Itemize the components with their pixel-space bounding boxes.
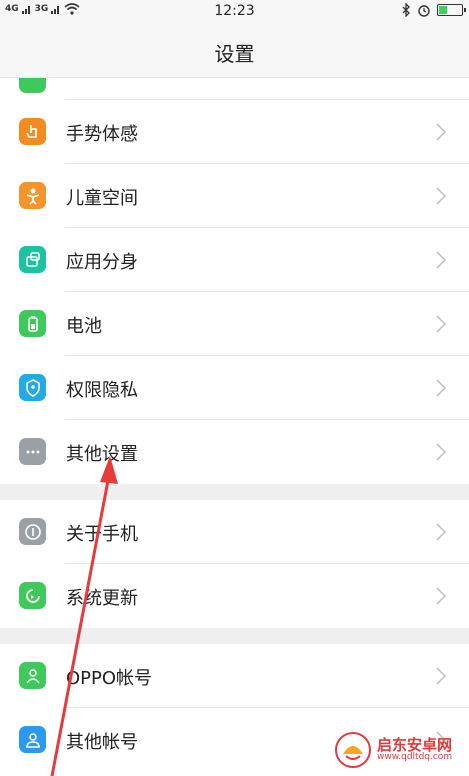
- list-item[interactable]: 应用分身: [0, 228, 469, 292]
- list-item[interactable]: 系统更新: [0, 564, 469, 628]
- watermark-logo-icon: [335, 732, 371, 768]
- battery-indicator: [437, 4, 466, 16]
- watermark-url: www.qdltdq.com: [377, 752, 453, 763]
- chevron-right-icon: [435, 186, 447, 206]
- section-divider: [0, 484, 469, 500]
- list-item[interactable]: 儿童空间: [0, 164, 469, 228]
- child-icon: [19, 182, 46, 209]
- privacy-shield-icon: [19, 374, 46, 401]
- list-item-partial[interactable]: [0, 78, 469, 100]
- chevron-right-icon: [435, 586, 447, 606]
- list-item-label: 其他帐号: [66, 732, 138, 753]
- more-dots-icon: [19, 438, 46, 465]
- list-item[interactable]: 其他设置: [0, 420, 469, 484]
- list-item-label: 电池: [66, 316, 102, 337]
- list-item-label: 权限隐私: [66, 380, 138, 401]
- list-item-label: 其他设置: [66, 444, 138, 465]
- chevron-right-icon: [435, 522, 447, 542]
- status-right-icons: [401, 3, 466, 17]
- watermark-text: 启东安卓网: [377, 735, 453, 754]
- list-item[interactable]: 手势体感: [0, 100, 469, 164]
- bluetooth-icon: [402, 3, 410, 17]
- status-bar: 4G 3G 12:23: [0, 0, 469, 24]
- alarm-icon: [418, 5, 430, 17]
- partial-item-icon: [19, 78, 46, 93]
- list-item[interactable]: 关于手机: [0, 500, 469, 564]
- chevron-right-icon: [435, 314, 447, 334]
- list-item-label: 系统更新: [66, 588, 138, 609]
- other-account-icon: [19, 726, 46, 753]
- battery-icon: [19, 310, 46, 337]
- section-divider: [0, 628, 469, 644]
- status-time: 12:23: [214, 3, 255, 19]
- list-item-label: 应用分身: [66, 252, 138, 273]
- chevron-right-icon: [435, 666, 447, 686]
- list-item[interactable]: 电池: [0, 292, 469, 356]
- list-item-label: 儿童空间: [66, 188, 138, 209]
- watermark: 启东安卓网 www.qdltdq.com: [335, 728, 465, 772]
- page-title: 设置: [214, 42, 255, 66]
- settings-section-2: 关于手机 系统更新: [0, 500, 469, 628]
- info-icon: [19, 518, 46, 545]
- chevron-right-icon: [435, 122, 447, 142]
- list-item-label: 手势体感: [66, 124, 138, 145]
- chevron-right-icon: [435, 378, 447, 398]
- list-item-label: OPPO帐号: [66, 668, 153, 689]
- settings-list: 手势体感儿童空间应用分身电池权限隐私其他设置 关于手机系统更新 OPPO帐号 其他…: [0, 78, 469, 772]
- list-item-label: 关于手机: [66, 524, 138, 545]
- battery-fill: [439, 6, 448, 14]
- list-item[interactable]: 权限隐私: [0, 356, 469, 420]
- chevron-right-icon: [435, 442, 447, 462]
- hand-gesture-icon: [19, 118, 46, 145]
- settings-section-1: 手势体感儿童空间应用分身电池权限隐私其他设置: [0, 100, 469, 484]
- system-update-icon: [19, 582, 46, 609]
- header: 设置: [0, 24, 469, 78]
- chevron-right-icon: [435, 250, 447, 270]
- list-item[interactable]: OPPO帐号: [0, 644, 469, 708]
- app-clone-icon: [19, 246, 46, 273]
- account-icon: [19, 662, 46, 689]
